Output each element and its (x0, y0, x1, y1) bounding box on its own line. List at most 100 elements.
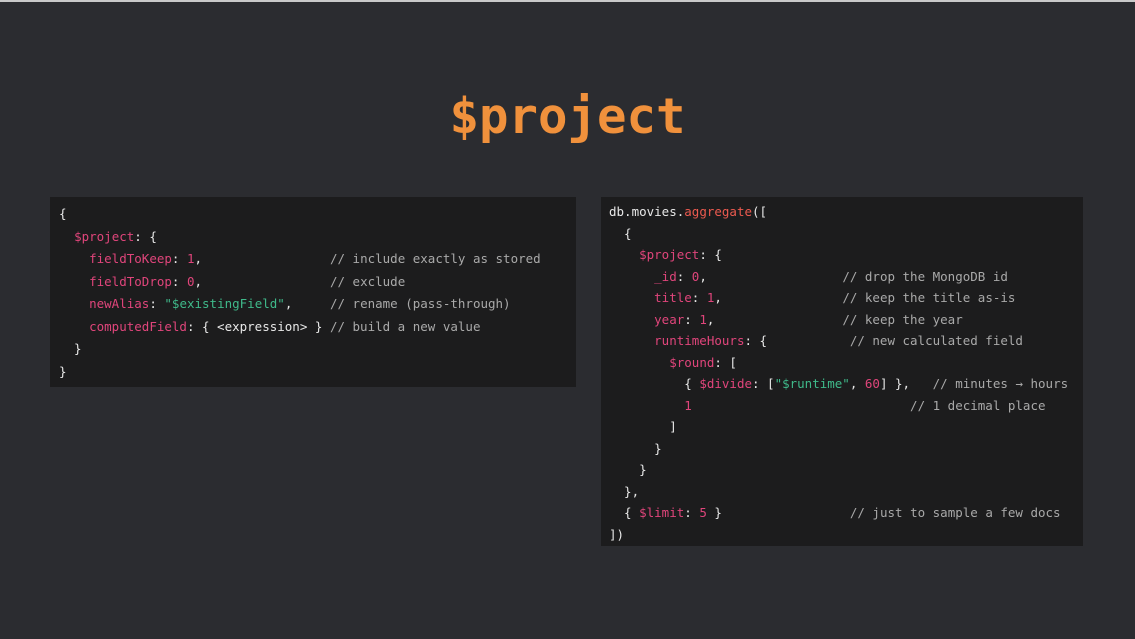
code-text: : (171, 273, 187, 289)
code-comment: // minutes → hours (932, 376, 1069, 391)
code-text: , (194, 273, 330, 289)
code-number: 1 (699, 311, 707, 327)
code-line: computedField: { <expression> } // build… (59, 316, 576, 339)
code-text: } (609, 462, 647, 477)
code-line: { $divide: ["$runtime", 60] }, // minute… (609, 373, 1083, 395)
code-string: "$existingField" (164, 296, 285, 311)
code-key: title (654, 290, 692, 305)
code-number: 5 (699, 505, 707, 520)
code-text: ] (609, 419, 677, 434)
code-key: year (654, 311, 685, 327)
code-line: } (59, 338, 576, 361)
code-text: : { (744, 333, 850, 348)
code-line: newAlias: "$existingField", // rename (p… (59, 293, 576, 316)
code-comment: // keep the year (842, 311, 963, 327)
code-text: , (194, 251, 330, 266)
code-comment: // 1 decimal place (910, 397, 1046, 413)
code-text: db.movies. (609, 204, 685, 219)
slide-title: $project (449, 88, 686, 145)
code-text: { (59, 206, 67, 221)
code-text: } (59, 341, 82, 356)
code-block-aggregate-example: db.movies.aggregate([ { $project: { _id:… (601, 197, 1083, 546)
code-text: : (171, 251, 187, 266)
code-comment: // exclude (329, 273, 406, 289)
code-line: year: 1, // keep the year (609, 309, 1083, 331)
code-key: $divide (699, 376, 752, 391)
code-text: } (59, 363, 67, 379)
code-text: } (609, 440, 662, 456)
code-key: computedField (89, 318, 187, 334)
code-text: ]) (609, 526, 625, 542)
code-number: 1 (186, 251, 195, 266)
code-text: : (691, 290, 707, 305)
code-key: runtimeHours (654, 333, 745, 348)
code-text: , (284, 296, 330, 311)
code-line: } (59, 361, 576, 384)
code-text: : [ (752, 376, 775, 391)
code-number: 1 (684, 397, 692, 413)
code-text: { (609, 376, 700, 391)
code-text: } (706, 505, 850, 520)
code-line: } (609, 459, 1083, 481)
code-line: { (59, 203, 576, 226)
code-number: 0 (186, 273, 195, 289)
code-text: : (676, 268, 692, 284)
code-line: } (609, 438, 1083, 460)
code-line: title: 1, // keep the title as-is (609, 287, 1083, 309)
code-comment: // build a new value (329, 318, 481, 334)
code-text: ([ (752, 204, 768, 219)
code-text: , (849, 376, 865, 391)
code-comment: // rename (pass-through) (329, 296, 511, 311)
code-text: : (684, 505, 700, 520)
code-line: 1 // 1 decimal place (609, 395, 1083, 417)
code-text: : (684, 311, 700, 327)
code-function: aggregate (684, 204, 752, 219)
top-border (0, 0, 1135, 2)
code-key: $limit (639, 505, 685, 520)
code-text: }, (609, 483, 640, 499)
code-key: _id (654, 268, 677, 284)
code-text: : [ (714, 354, 737, 370)
code-line: fieldToDrop: 0, // exclude (59, 271, 576, 294)
code-key: $project (74, 228, 135, 244)
code-string: "$runtime" (774, 376, 850, 391)
code-line: $project: { (59, 226, 576, 249)
code-line: ]) (609, 524, 1083, 546)
code-line: fieldToKeep: 1, // include exactly as st… (59, 248, 576, 271)
code-text: , (706, 311, 843, 327)
code-line: { $limit: 5 } // just to sample a few do… (609, 502, 1083, 524)
code-text: : { <expression> } (186, 318, 330, 334)
code-text: ] }, (879, 376, 933, 391)
code-comment: // just to sample a few docs (849, 505, 1061, 520)
code-line: _id: 0, // drop the MongoDB id (609, 266, 1083, 288)
code-text: : { (134, 228, 157, 244)
code-key: $project (639, 247, 700, 262)
code-text: { (609, 505, 640, 520)
code-line: $round: [ (609, 352, 1083, 374)
code-text: , (699, 268, 843, 284)
code-comment: // drop the MongoDB id (842, 268, 1008, 284)
code-block-project-syntax: { $project: { fieldToKeep: 1, // include… (50, 197, 576, 387)
code-text: { (609, 225, 632, 241)
code-key: fieldToKeep (89, 251, 172, 266)
code-comment: // new calculated field (849, 333, 1023, 348)
code-text: , (714, 290, 843, 305)
code-line: runtimeHours: { // new calculated field (609, 330, 1083, 352)
code-line: ] (609, 416, 1083, 438)
code-text: : { (699, 247, 722, 262)
code-line: { (609, 223, 1083, 245)
code-comment: // include exactly as stored (329, 251, 541, 266)
code-line: }, (609, 481, 1083, 503)
